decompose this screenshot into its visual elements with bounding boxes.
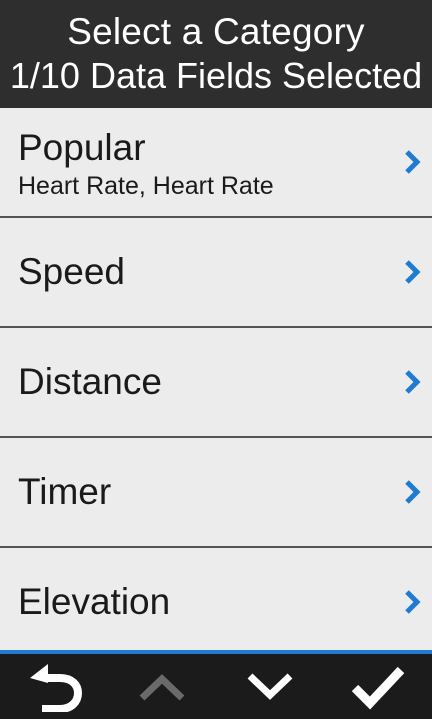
category-label: Speed bbox=[18, 251, 125, 292]
category-item-popular[interactable]: Popular Heart Rate, Heart Rate bbox=[0, 108, 432, 218]
page-header: Select a Category 1/10 Data Fields Selec… bbox=[0, 0, 432, 108]
category-item-speed[interactable]: Speed bbox=[0, 218, 432, 328]
back-arrow-icon bbox=[30, 663, 82, 712]
checkmark-icon bbox=[351, 666, 405, 709]
chevron-right-icon bbox=[405, 260, 421, 284]
page-title: Select a Category bbox=[67, 11, 365, 52]
chevron-right-icon bbox=[405, 480, 421, 504]
selection-count: 1/10 Data Fields Selected bbox=[9, 55, 423, 96]
scroll-down-button[interactable] bbox=[225, 654, 315, 719]
device-screen: Select a Category 1/10 Data Fields Selec… bbox=[0, 0, 432, 719]
category-label: Popular bbox=[18, 127, 146, 168]
chevron-right-icon bbox=[405, 150, 421, 174]
category-label: Distance bbox=[18, 361, 162, 402]
back-button[interactable] bbox=[9, 654, 99, 719]
category-label: Timer bbox=[18, 471, 112, 512]
category-label: Elevation bbox=[18, 581, 171, 622]
category-sublabel: Heart Rate, Heart Rate bbox=[18, 172, 274, 200]
category-list[interactable]: Popular Heart Rate, Heart Rate Speed Dis… bbox=[0, 108, 432, 654]
category-item-distance[interactable]: Distance bbox=[0, 328, 432, 438]
category-item-timer[interactable]: Timer bbox=[0, 438, 432, 548]
confirm-button[interactable] bbox=[333, 654, 423, 719]
scroll-up-button[interactable] bbox=[117, 654, 207, 719]
chevron-right-icon bbox=[405, 590, 421, 614]
chevron-up-icon bbox=[139, 673, 185, 701]
footer-toolbar bbox=[0, 654, 432, 719]
category-item-elevation[interactable]: Elevation bbox=[0, 548, 432, 654]
chevron-down-icon bbox=[247, 672, 293, 700]
chevron-right-icon bbox=[405, 370, 421, 394]
